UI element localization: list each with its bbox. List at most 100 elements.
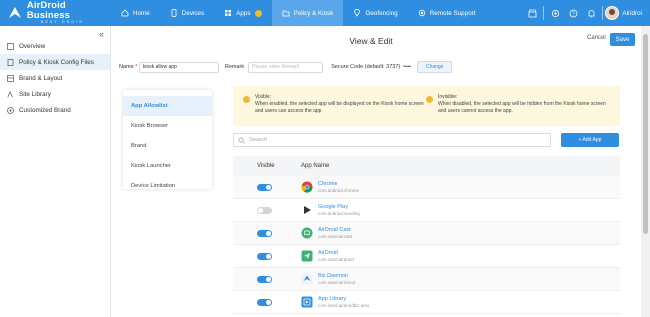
nav-devices-label: Devices [181,9,205,17]
app-info: Chrome com.android.chrome [318,181,359,194]
visible-toggle[interactable] [257,298,272,306]
visible-notice: Visible: When enabled, the selected app … [255,94,430,114]
customized-brand-icon [7,106,14,114]
app-package: com.sand.airmirror [318,279,356,285]
sidebar-item-brand-layout[interactable]: Brand & Layout [0,70,110,86]
visible-notice-title: Visible: [255,94,272,100]
nav-policy-kiosk[interactable]: Policy & Kiosk [271,0,344,26]
app-name[interactable]: AirDroid Cast [318,227,352,234]
config-files-icon [7,58,14,66]
visible-cell [233,275,297,283]
page-scrollbar[interactable] [641,26,650,317]
divider [602,6,604,20]
visible-cell [233,252,297,260]
sidebar-item-site-library[interactable]: Site Library [0,86,110,102]
nav-home[interactable]: Home [111,0,160,26]
site-library-icon [7,90,13,97]
remote-support-icon [418,9,425,17]
column-header-visible: Visible [257,163,275,169]
nav-apps-label: Apps [236,9,251,17]
table-row: Google Play com.android.vending [233,199,620,222]
visible-toggle[interactable] [257,229,272,237]
invisible-notice: Invisible: When disabled, the selected a… [438,94,613,114]
user-menu[interactable]: Alridroi [622,10,642,17]
store-button[interactable] [523,0,541,26]
name-field[interactable]: kiosk allow app [138,61,219,73]
top-nav-bar: AirDroid Business BEST DROID Home Device… [0,0,650,26]
avatar[interactable] [605,6,620,20]
app-table: Visible App Name Chrome com.android.chrom… [233,156,620,314]
app-name[interactable]: App Library [318,296,369,303]
policy-icon [282,10,289,17]
invisible-notice-title: Invisible: [438,94,458,100]
airdroid-cast-icon [301,227,313,239]
nav-geofencing[interactable]: Geofencing [343,0,407,26]
nav-apps[interactable]: Apps [214,0,271,26]
save-button[interactable]: Save [610,33,635,46]
tab-device-limitation[interactable]: Device Limitation [123,176,212,196]
settings-button[interactable] [546,0,564,26]
visible-toggle[interactable] [257,206,272,214]
app-library-icon [301,296,313,308]
remark-label: Remark [224,64,245,70]
nav-geofencing-label: Geofencing [365,9,398,17]
brand-name: AirDroid Business [26,0,70,21]
tab-brand[interactable]: Brand [123,136,212,156]
notifications-button[interactable] [582,0,600,26]
app-name[interactable]: AirDroid [318,250,354,257]
apps-icon [225,10,232,16]
visible-toggle[interactable] [257,183,272,191]
chrome-icon [301,181,313,193]
apps-badge [254,9,262,17]
column-header-app-name: App Name [301,163,330,169]
sidebar-item-label: Customized Brand [19,106,71,114]
home-icon [121,9,129,17]
gear-icon [551,9,559,17]
devices-icon [171,9,177,17]
app-name[interactable]: Biz Daemon [318,273,356,280]
app-package: com.android.vending [318,210,360,216]
biz-daemon-icon [301,273,313,285]
app-info: App Library com.sand.airdroidbiz.ams [318,296,369,309]
add-app-button[interactable]: + Add App [561,133,619,147]
tab-kiosk-browser[interactable]: Kiosk Browser [123,116,212,136]
visible-notice-text: When enabled, the selected app will be d… [255,100,424,114]
sidebar-item-customized-brand[interactable]: Customized Brand [0,102,110,118]
table-row: Chrome com.android.chrome [233,176,620,199]
sidebar-item-overview[interactable]: Overview [0,38,110,54]
visible-cell [233,298,297,306]
sidebar-item-config-files[interactable]: Policy & Kiosk Config Files [0,54,110,70]
brand-logo[interactable]: AirDroid Business BEST DROID [0,0,111,26]
tab-kiosk-launcher[interactable]: Kiosk Launcher [123,156,212,176]
search-icon [238,136,245,144]
app-name[interactable]: Google Play [318,204,360,211]
info-icon [426,96,433,103]
config-form-row: Name * kiosk allow app Remark Please ent… [119,61,453,73]
sidebar-item-label: Overview [19,42,46,50]
tab-app-allowlist[interactable]: App Allowlist [123,96,212,116]
change-button[interactable]: Change [416,61,453,73]
cancel-button[interactable]: Cancel [587,35,606,41]
app-info: Google Play com.android.vending [318,204,360,217]
table-row: AirDroid Cast com.sand.aircast [233,222,620,245]
visible-cell [233,206,297,214]
secure-code-label: Secure Code (default: 3737) [331,64,401,70]
app-package: com.sand.airdroid [318,256,354,262]
main-content: View & Edit Cancel Save Name * kiosk all… [111,26,641,317]
help-button[interactable]: ? [564,0,582,26]
visible-toggle[interactable] [257,275,272,283]
table-row: App Library com.sand.airdroidbiz.ams [233,291,620,314]
sidebar-item-label: Brand & Layout [19,74,63,82]
visible-cell [233,183,297,191]
nav-remote-support[interactable]: Remote Support [408,0,486,26]
geofencing-icon [354,9,361,17]
scrollbar-thumb[interactable] [643,34,648,234]
search-input[interactable]: Search [233,133,551,147]
visible-toggle[interactable] [257,252,272,260]
nav-devices[interactable]: Devices [160,0,214,26]
app-name[interactable]: Chrome [318,181,359,188]
app-info: Biz Daemon com.sand.airmirror [318,273,356,286]
secure-code-value: •••• [403,64,411,70]
svg-text:?: ? [572,11,575,17]
remark-field[interactable]: Please enter Remark [248,61,324,73]
